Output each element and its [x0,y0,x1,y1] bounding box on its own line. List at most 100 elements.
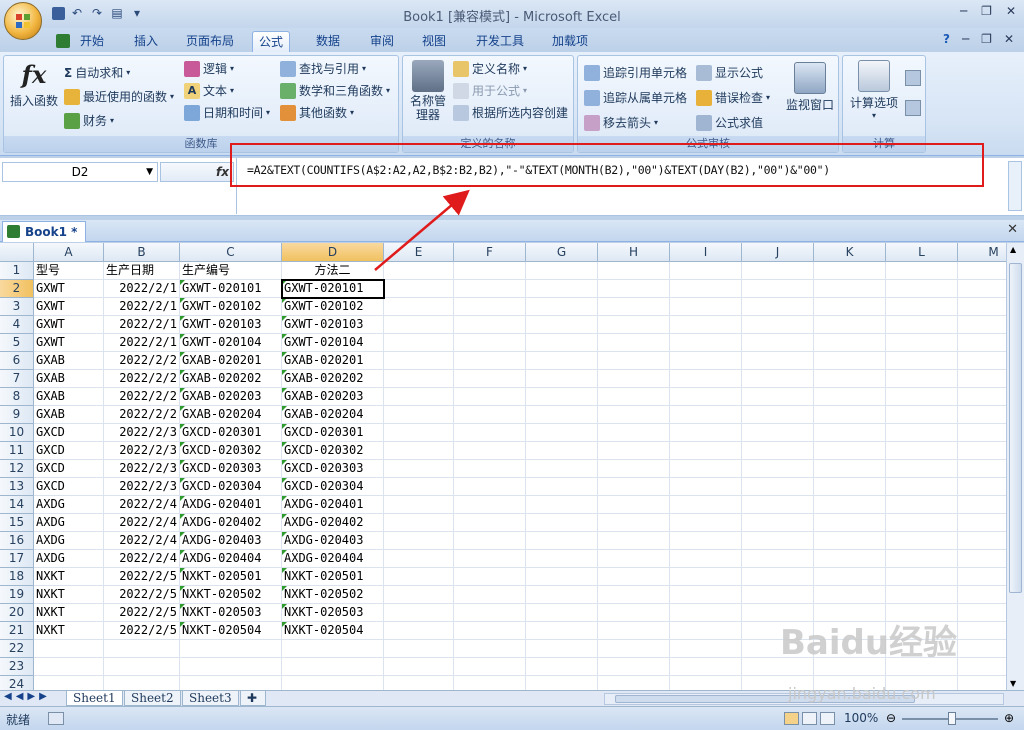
cell-i16[interactable] [670,532,742,550]
cell-b9[interactable]: 2022/2/2 [104,406,180,424]
trace-dependents-button[interactable]: 追踪从属单元格 [584,89,687,106]
row-header-4[interactable]: 4 [0,316,34,334]
tab-review[interactable]: 审阅 [364,31,400,52]
cell-m2[interactable] [958,280,1006,298]
cell-e21[interactable] [384,622,454,640]
cell-h4[interactable] [598,316,670,334]
cell-m20[interactable] [958,604,1006,622]
cell-i5[interactable] [670,334,742,352]
cell-b7[interactable]: 2022/2/2 [104,370,180,388]
cell-f10[interactable] [454,424,526,442]
cell-e17[interactable] [384,550,454,568]
cell-g5[interactable] [526,334,598,352]
cell-e2[interactable] [384,280,454,298]
cell-m11[interactable] [958,442,1006,460]
cell-g21[interactable] [526,622,598,640]
cell-j10[interactable] [742,424,814,442]
cell-a13[interactable]: GXCD [34,478,104,496]
cell-e10[interactable] [384,424,454,442]
cell-k2[interactable] [814,280,886,298]
cell-d3[interactable]: GXWT-020102 [282,298,384,316]
cell-h14[interactable] [598,496,670,514]
row-header-13[interactable]: 13 [0,478,34,496]
cell-a8[interactable]: GXAB [34,388,104,406]
cell-c1[interactable]: 生产编号 [180,262,282,280]
cell-b20[interactable]: 2022/2/5 [104,604,180,622]
cell-d5[interactable]: GXWT-020104 [282,334,384,352]
cell-d10[interactable]: GXCD-020301 [282,424,384,442]
cell-i9[interactable] [670,406,742,424]
cell-c12[interactable]: GXCD-020303 [180,460,282,478]
cell-a20[interactable]: NXKT [34,604,104,622]
help-icon[interactable]: ? [943,32,950,46]
cell-i1[interactable] [670,262,742,280]
sheet-tab-1[interactable]: Sheet1 [66,691,123,706]
cell-k9[interactable] [814,406,886,424]
row-header-9[interactable]: 9 [0,406,34,424]
cell-k18[interactable] [814,568,886,586]
column-header-j[interactable]: J [742,243,814,262]
cell-c17[interactable]: AXDG-020404 [180,550,282,568]
cell-a5[interactable]: GXWT [34,334,104,352]
cell-m8[interactable] [958,388,1006,406]
cell-a11[interactable]: GXCD [34,442,104,460]
cell-a1[interactable]: 型号 [34,262,104,280]
cell-m21[interactable] [958,622,1006,640]
name-box[interactable]: D2 ▼ [2,162,158,182]
sheet-nav-arrows[interactable]: ◀◀▶▶ [4,691,51,702]
cell-c22[interactable] [180,640,282,658]
cell-h11[interactable] [598,442,670,460]
column-header-h[interactable]: H [598,243,670,262]
cell-b1[interactable]: 生产日期 [104,262,180,280]
cell-c8[interactable]: GXAB-020203 [180,388,282,406]
cell-f16[interactable] [454,532,526,550]
scroll-down-icon[interactable]: ▼ [1010,679,1016,688]
cell-d15[interactable]: AXDG-020402 [282,514,384,532]
name-manager-button[interactable]: 名称管理器 [405,60,451,122]
column-header-c[interactable]: C [180,243,282,262]
cell-f2[interactable] [454,280,526,298]
cell-h13[interactable] [598,478,670,496]
cell-m1[interactable] [958,262,1006,280]
cell-c7[interactable]: GXAB-020202 [180,370,282,388]
cell-e23[interactable] [384,658,454,676]
zoom-level[interactable]: 100% [844,711,878,725]
cell-m22[interactable] [958,640,1006,658]
cell-k16[interactable] [814,532,886,550]
cell-h9[interactable] [598,406,670,424]
page-layout-view-icon[interactable] [802,712,817,725]
zoom-out-icon[interactable]: ⊖ [886,711,896,725]
cell-e16[interactable] [384,532,454,550]
doc-close-icon[interactable]: ✕ [1004,32,1014,46]
cell-f21[interactable] [454,622,526,640]
cell-b19[interactable]: 2022/2/5 [104,586,180,604]
cell-c5[interactable]: GXWT-020104 [180,334,282,352]
cell-i7[interactable] [670,370,742,388]
cell-b13[interactable]: 2022/2/3 [104,478,180,496]
doc-restore-icon[interactable]: ❐ [981,32,992,46]
cell-d6[interactable]: GXAB-020201 [282,352,384,370]
cell-g19[interactable] [526,586,598,604]
cell-h20[interactable] [598,604,670,622]
cell-a15[interactable]: AXDG [34,514,104,532]
cell-l5[interactable] [886,334,958,352]
cell-c13[interactable]: GXCD-020304 [180,478,282,496]
cell-c11[interactable]: GXCD-020302 [180,442,282,460]
cell-c4[interactable]: GXWT-020103 [180,316,282,334]
column-header-i[interactable]: I [670,243,742,262]
cell-h23[interactable] [598,658,670,676]
cell-m3[interactable] [958,298,1006,316]
zoom-in-icon[interactable]: ⊕ [1004,711,1014,725]
cell-e22[interactable] [384,640,454,658]
error-checking-button[interactable]: 错误检查 ▾ [696,89,770,106]
cell-i4[interactable] [670,316,742,334]
cell-b22[interactable] [104,640,180,658]
cell-d23[interactable] [282,658,384,676]
cell-a19[interactable]: NXKT [34,586,104,604]
cell-l8[interactable] [886,388,958,406]
datetime-button[interactable]: 日期和时间 ▾ [184,104,270,121]
cell-c24[interactable] [180,676,282,690]
cell-c16[interactable]: AXDG-020403 [180,532,282,550]
cell-h16[interactable] [598,532,670,550]
cell-k7[interactable] [814,370,886,388]
